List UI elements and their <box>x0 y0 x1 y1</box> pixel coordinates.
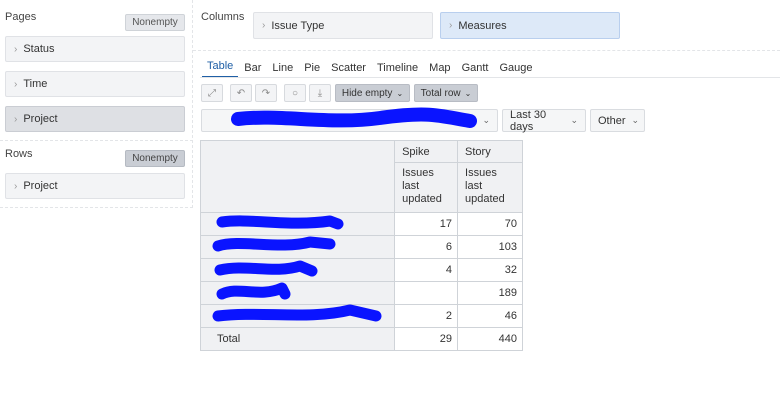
pages-item-label: Time <box>23 78 48 90</box>
expand-icon: ⤢ <box>208 87 216 99</box>
cell-story: 189 <box>457 281 523 305</box>
comment-button[interactable]: ○ <box>284 84 306 102</box>
results-table: Spike Story Issues last updated Issues l… <box>199 140 523 351</box>
total-label: Total <box>199 327 396 351</box>
comment-icon: ○ <box>291 87 299 99</box>
hide-empty-label: Hide empty <box>341 87 393 99</box>
pages-label: Pages <box>5 11 37 23</box>
cell-spike: 2 <box>394 304 459 328</box>
undo-icon: ↶ <box>236 87 246 99</box>
tab-table[interactable]: Table <box>202 60 239 78</box>
redo-button[interactable]: ↷ <box>255 84 277 102</box>
table-corner <box>199 140 396 213</box>
measure-header[interactable]: Issues last updated <box>457 162 523 213</box>
period-filter-label: Last 30 days <box>510 108 547 133</box>
chevron-down-icon: ⌄ <box>482 115 490 125</box>
view-tabs: Table Bar Line Pie Scatter Timeline Map … <box>202 60 539 78</box>
cell-spike: 4 <box>394 258 459 282</box>
cell-spike: 17 <box>394 212 459 236</box>
chevron-right-icon: › <box>14 180 18 192</box>
chevron-down-icon: ⌄ <box>570 115 578 125</box>
redo-icon: ↷ <box>261 87 271 99</box>
cell-spike <box>394 281 459 305</box>
columns-item-measures[interactable]: › Measures <box>440 12 620 39</box>
total-story: 440 <box>457 327 523 351</box>
chevron-down-icon: ⌄ <box>464 88 472 98</box>
tab-bar[interactable]: Bar <box>239 62 266 78</box>
tab-pie[interactable]: Pie <box>299 62 325 78</box>
chevron-down-icon: ⌄ <box>631 115 640 125</box>
row-header[interactable] <box>199 304 396 328</box>
cell-story: 103 <box>457 235 523 259</box>
columns-label: Columns <box>201 11 245 23</box>
table-row: 6 103 <box>199 235 523 259</box>
pages-nonempty-button[interactable]: Nonempty <box>125 14 185 31</box>
chevron-right-icon: › <box>14 43 18 55</box>
table-row: 2 46 <box>199 304 523 328</box>
tab-gauge[interactable]: Gauge <box>494 62 537 78</box>
chevron-right-icon: › <box>262 20 266 31</box>
fullscreen-button[interactable]: ⤢ <box>201 84 223 102</box>
rows-item-project[interactable]: › Project <box>5 173 185 199</box>
hide-empty-dropdown[interactable]: Hide empty ⌄ <box>335 84 410 102</box>
row-header[interactable] <box>199 212 396 236</box>
panel-divider <box>0 140 193 141</box>
rows-label: Rows <box>5 148 33 160</box>
pages-item-label: Project <box>23 113 58 125</box>
table-row: 4 32 <box>199 258 523 282</box>
total-row: Total 29 440 <box>199 327 523 351</box>
tab-line[interactable]: Line <box>267 62 298 78</box>
column-header-story[interactable]: Story <box>457 140 523 163</box>
measure-header[interactable]: Issues last updated <box>394 162 459 213</box>
page-filter-dropdown[interactable]: ⌄ <box>201 109 498 132</box>
pages-item-project[interactable]: › Project <box>5 106 185 132</box>
other-filter-label: Other <box>598 114 626 127</box>
pages-item-status[interactable]: › Status <box>5 36 185 62</box>
download-icon: ⤓ <box>317 87 323 99</box>
row-header[interactable] <box>199 235 396 259</box>
rows-item-label: Project <box>23 180 58 192</box>
rows-nonempty-button[interactable]: Nonempty <box>125 150 185 167</box>
row-header[interactable] <box>199 258 396 282</box>
cell-story: 32 <box>457 258 523 282</box>
tab-gantt[interactable]: Gantt <box>457 62 494 78</box>
export-button[interactable]: ⤓ <box>309 84 331 102</box>
other-filter-dropdown[interactable]: Other ⌄ <box>590 109 645 132</box>
pages-item-time[interactable]: › Time <box>5 71 185 97</box>
chevron-down-icon: ⌄ <box>396 88 404 98</box>
chevron-right-icon: › <box>14 113 18 125</box>
cell-spike: 6 <box>394 235 459 259</box>
chevron-right-icon: › <box>14 78 18 90</box>
cell-story: 46 <box>457 304 523 328</box>
period-filter-dropdown[interactable]: Last 30 days ⌄ <box>502 108 586 133</box>
table-row: 17 70 <box>199 212 523 236</box>
cell-story: 70 <box>457 212 523 236</box>
columns-item-label: Issue Type <box>271 19 325 32</box>
total-row-label: Total row <box>420 87 461 99</box>
tabs-underline <box>200 77 780 78</box>
columns-item-issue-type[interactable]: › Issue Type <box>253 12 433 39</box>
undo-button[interactable]: ↶ <box>230 84 252 102</box>
row-header[interactable] <box>199 281 396 305</box>
total-spike: 29 <box>394 327 459 351</box>
total-row-dropdown[interactable]: Total row ⌄ <box>414 84 478 102</box>
tab-map[interactable]: Map <box>424 62 455 78</box>
columns-item-label: Measures <box>458 19 507 32</box>
column-header-spike[interactable]: Spike <box>394 140 459 163</box>
chevron-right-icon: › <box>449 20 453 31</box>
table-row: 189 <box>199 281 523 305</box>
tab-scatter[interactable]: Scatter <box>326 62 371 78</box>
tab-timeline[interactable]: Timeline <box>372 62 423 78</box>
columns-divider <box>193 50 780 51</box>
pages-item-label: Status <box>23 43 55 55</box>
